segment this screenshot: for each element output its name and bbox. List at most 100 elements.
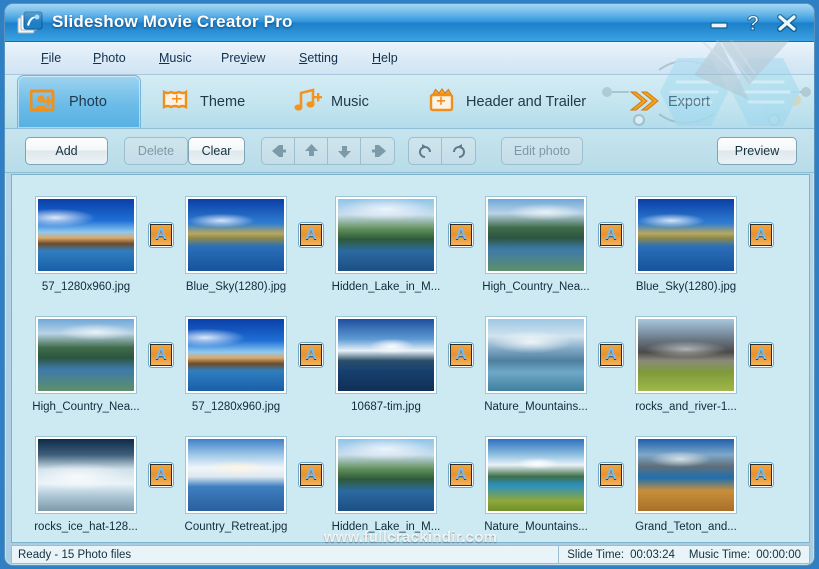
main-tab-strip: Photo Theme Music Header and Trailer Exp… bbox=[5, 75, 814, 129]
photo-item[interactable]: Blue_Sky(1280).jpg bbox=[186, 197, 286, 299]
tab-header-and-trailer-label: Header and Trailer bbox=[466, 93, 587, 110]
photo-image bbox=[488, 319, 584, 391]
transition-effect-icon[interactable]: A bbox=[598, 222, 624, 248]
move-up-button[interactable] bbox=[295, 138, 328, 164]
clear-button[interactable]: Clear bbox=[188, 137, 245, 165]
rotate-left-button[interactable] bbox=[409, 138, 442, 164]
photo-item[interactable]: Hidden_Lake_in_M... bbox=[332, 197, 440, 299]
photo-caption: 57_1280x960.jpg bbox=[191, 401, 281, 413]
move-right-button[interactable] bbox=[361, 138, 394, 164]
photo-thumbnail[interactable] bbox=[636, 317, 736, 393]
photo-thumbnail[interactable] bbox=[36, 197, 136, 273]
transition-effect-letter: A bbox=[150, 344, 172, 366]
theme-add-icon bbox=[161, 88, 191, 115]
tab-photo-label: Photo bbox=[69, 94, 107, 110]
tab-music[interactable]: Music bbox=[280, 75, 398, 128]
move-down-button[interactable] bbox=[328, 138, 361, 164]
transition-effect-icon[interactable]: A bbox=[148, 342, 174, 368]
menu-item-preview[interactable]: Preview bbox=[221, 51, 265, 65]
rotate-right-button[interactable] bbox=[442, 138, 475, 164]
photo-thumbnail[interactable] bbox=[186, 437, 286, 513]
photo-caption: 10687-tim.jpg bbox=[351, 401, 421, 413]
transition-effect-letter: A bbox=[600, 224, 622, 246]
photo-thumbnail[interactable] bbox=[186, 197, 286, 273]
status-bar: Ready - 15 Photo files Slide Time: 00:03… bbox=[11, 545, 810, 564]
move-left-button[interactable] bbox=[262, 138, 295, 164]
add-button[interactable]: Add bbox=[25, 137, 108, 165]
photo-thumbnail[interactable] bbox=[186, 317, 286, 393]
menu-item-photo[interactable]: Photo bbox=[93, 51, 126, 65]
title-bar: Slideshow Movie Creator Pro ? bbox=[5, 4, 814, 42]
photo-item[interactable]: Nature_Mountains... bbox=[484, 317, 588, 419]
photo-thumbnail[interactable] bbox=[336, 437, 436, 513]
minimize-button[interactable] bbox=[705, 10, 733, 36]
photo-thumbnail[interactable] bbox=[336, 317, 436, 393]
delete-button[interactable]: Delete bbox=[124, 137, 188, 165]
photo-thumbnail[interactable] bbox=[336, 197, 436, 273]
transition-effect-letter: A bbox=[600, 464, 622, 486]
menu-item-music[interactable]: Music bbox=[159, 51, 192, 65]
menu-item-file[interactable]: File bbox=[41, 51, 61, 65]
photo-thumbnail[interactable] bbox=[636, 437, 736, 513]
photo-item[interactable]: Country_Retreat.jpg bbox=[185, 437, 287, 539]
photo-item[interactable]: 10687-tim.jpg bbox=[336, 317, 436, 419]
transition-effect-letter: A bbox=[450, 224, 472, 246]
edit-photo-button[interactable]: Edit photo bbox=[501, 137, 583, 165]
photo-list-area[interactable]: 57_1280x960.jpg A Blue_Sky(1280).jpg A Hidde… bbox=[11, 174, 810, 543]
photo-item[interactable]: 57_1280x960.jpg bbox=[186, 317, 286, 419]
transition-effect-icon[interactable]: A bbox=[298, 222, 324, 248]
transition-effect-icon[interactable]: A bbox=[298, 342, 324, 368]
transition-effect-icon[interactable]: A bbox=[448, 462, 474, 488]
transition-effect-icon[interactable]: A bbox=[748, 342, 774, 368]
photo-item[interactable]: High_Country_Nea... bbox=[482, 197, 590, 299]
photo-thumbnail[interactable] bbox=[36, 437, 136, 513]
slide-time-value: 00:03:24 bbox=[630, 548, 675, 561]
photo-image bbox=[338, 439, 434, 511]
photo-item[interactable]: rocks_ice_hat-128... bbox=[34, 437, 138, 539]
photo-item[interactable]: Blue_Sky(1280).jpg bbox=[636, 197, 736, 299]
menu-item-setting[interactable]: Setting bbox=[299, 51, 338, 65]
photo-thumbnail[interactable] bbox=[486, 437, 586, 513]
transition-effect-letter: A bbox=[750, 224, 772, 246]
menu-bar: File Photo Music Preview Setting Help bbox=[5, 42, 814, 75]
photo-caption: 57_1280x960.jpg bbox=[41, 281, 131, 293]
transition-effect-letter: A bbox=[450, 464, 472, 486]
photo-item[interactable]: Hidden_Lake_in_M... bbox=[332, 437, 440, 539]
status-ready-text: Ready - 15 Photo files bbox=[11, 545, 560, 564]
photo-item[interactable]: Grand_Teton_and... bbox=[635, 437, 737, 539]
photo-item[interactable]: rocks_and_river-1... bbox=[635, 317, 737, 419]
photo-item[interactable]: 57_1280x960.jpg bbox=[36, 197, 136, 299]
photo-thumbnail[interactable] bbox=[486, 197, 586, 273]
preview-button[interactable]: Preview bbox=[717, 137, 797, 165]
help-button[interactable]: ? bbox=[739, 10, 767, 36]
tab-photo[interactable]: Photo bbox=[17, 75, 141, 128]
transition-effect-icon[interactable]: A bbox=[598, 462, 624, 488]
photo-thumbnail[interactable] bbox=[636, 197, 736, 273]
transition-effect-icon[interactable]: A bbox=[148, 222, 174, 248]
tab-header-and-trailer[interactable]: Header and Trailer bbox=[415, 75, 615, 128]
transition-effect-icon[interactable]: A bbox=[448, 222, 474, 248]
music-time-value: 00:00:00 bbox=[756, 548, 801, 561]
status-times: Slide Time: 00:03:24 Music Time: 00:00:0… bbox=[559, 545, 810, 564]
transition-effect-icon[interactable]: A bbox=[748, 462, 774, 488]
photo-item[interactable]: High_Country_Nea... bbox=[32, 317, 140, 419]
menu-item-help[interactable]: Help bbox=[372, 51, 398, 65]
tab-theme[interactable]: Theme bbox=[149, 75, 269, 128]
action-toolbar: Add Delete Clear Edit photo Preview bbox=[5, 129, 814, 173]
transition-effect-icon[interactable]: A bbox=[448, 342, 474, 368]
photo-caption: Country_Retreat.jpg bbox=[184, 521, 288, 533]
export-arrows-icon bbox=[629, 88, 659, 115]
transition-effect-icon[interactable]: A bbox=[298, 462, 324, 488]
photo-item[interactable]: Nature_Mountains... bbox=[484, 437, 588, 539]
transition-effect-letter: A bbox=[300, 224, 322, 246]
photo-caption: Hidden_Lake_in_M... bbox=[331, 281, 441, 293]
transition-effect-icon[interactable]: A bbox=[748, 222, 774, 248]
photo-thumbnail[interactable] bbox=[36, 317, 136, 393]
close-button[interactable] bbox=[773, 10, 801, 36]
tab-export[interactable]: Export bbox=[617, 75, 737, 128]
transition-effect-letter: A bbox=[600, 344, 622, 366]
photo-thumbnail[interactable] bbox=[486, 317, 586, 393]
photo-image bbox=[38, 439, 134, 511]
transition-effect-icon[interactable]: A bbox=[598, 342, 624, 368]
transition-effect-icon[interactable]: A bbox=[148, 462, 174, 488]
